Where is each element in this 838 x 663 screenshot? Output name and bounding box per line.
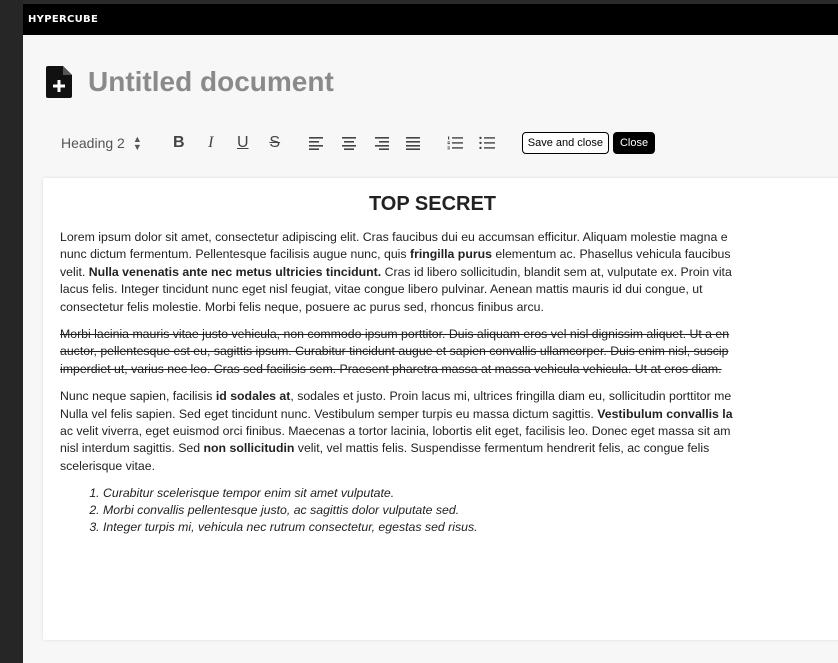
- app-title: HYPERCUBE: [23, 4, 838, 35]
- align-center-button[interactable]: [338, 132, 360, 154]
- list-item: Morbi convallis pellentesque justo, ac s…: [103, 502, 838, 519]
- text-run: elementum ac. Phasellus vehicula faucibu…: [491, 247, 731, 262]
- underline-button[interactable]: U: [232, 132, 254, 154]
- strike-line: auctor, pellentesque est eu, sagittis ip…: [60, 344, 729, 359]
- left-rail: [0, 0, 23, 663]
- align-justify-button[interactable]: [402, 132, 424, 154]
- text-run: Lorem ipsum dolor sit amet, consectetur …: [60, 230, 728, 244]
- save-and-close-button[interactable]: Save and close: [521, 132, 609, 154]
- text-run: Nunc neque sapien, facilisis: [60, 389, 216, 404]
- new-document-icon: [46, 66, 72, 98]
- document-page[interactable]: TOP SECRET Lorem ipsum dolor sit amet, c…: [43, 178, 838, 640]
- text-run: Cras id libero sollicitudin, blandit sem…: [381, 264, 732, 279]
- italic-button[interactable]: I: [200, 132, 222, 154]
- text-run: scelerisque vitae.: [60, 458, 156, 473]
- close-button[interactable]: Close: [612, 132, 656, 154]
- text-run: lacus felis. Integer tincidunt nunc eget…: [60, 282, 703, 297]
- formatting-toolbar: Heading 2 ▲ ▼ B I U S Save and close Clo…: [61, 128, 656, 158]
- ordered-list-icon: [447, 136, 463, 150]
- align-left-button[interactable]: [306, 132, 328, 154]
- bold-text: non sollicitudin: [203, 441, 295, 456]
- text-run: ac velit viverra, eget euismod orci fini…: [60, 424, 731, 439]
- paragraph-1[interactable]: Lorem ipsum dolor sit amet, consectetur …: [60, 229, 838, 316]
- text-run: nunc dictum fermentum. Pellentesque faci…: [60, 247, 410, 262]
- strikethrough-button[interactable]: S: [264, 132, 286, 154]
- bold-button[interactable]: B: [168, 132, 190, 154]
- bullet-list-icon: [479, 136, 495, 150]
- document-content[interactable]: TOP SECRET Lorem ipsum dolor sit amet, c…: [60, 190, 838, 536]
- text-run: consectetur felis molestie. Morbi felis …: [60, 299, 544, 314]
- text-run: , sodales et justo. Proin lacus mi, ultr…: [290, 389, 732, 404]
- select-arrows-icon: ▲ ▼: [132, 134, 142, 152]
- align-center-icon: [341, 137, 356, 150]
- bullet-list-button[interactable]: [476, 132, 498, 154]
- block-style-value: Heading 2: [61, 135, 125, 151]
- list-item: Integer turpis mi, vehicula nec rutrum c…: [103, 519, 838, 536]
- document-header: Untitled document: [46, 64, 334, 100]
- bold-text: Vestibulum convallis la: [597, 406, 733, 421]
- text-run: Nulla vel felis sapien. Sed eget tincidu…: [60, 406, 598, 421]
- bold-text: Nulla venenatis ante nec metus ultricies…: [88, 264, 382, 279]
- block-style-select[interactable]: Heading 2 ▲ ▼: [61, 134, 142, 152]
- strike-line: Morbi lacinia mauris vitae justo vehicul…: [60, 327, 730, 342]
- ordered-list[interactable]: Curabitur scelerisque tempor enim sit am…: [60, 485, 838, 536]
- paragraph-3[interactable]: Nunc neque sapien, facilisis id sodales …: [60, 388, 838, 475]
- ordered-list-button[interactable]: [444, 132, 466, 154]
- text-run: velit.: [60, 264, 89, 279]
- bold-text: fringilla purus: [409, 247, 492, 262]
- text-run: velit, vel mattis felis. Suspendisse fer…: [294, 441, 710, 456]
- align-right-icon: [374, 137, 389, 150]
- text-run: nisl interdum sagittis. Sed: [60, 441, 204, 456]
- list-item: Curabitur scelerisque tempor enim sit am…: [103, 485, 838, 502]
- document-heading[interactable]: TOP SECRET: [60, 190, 805, 218]
- bold-text: id sodales at: [215, 389, 291, 404]
- paragraph-2-strikethrough[interactable]: Morbi lacinia mauris vitae justo vehicul…: [60, 326, 838, 378]
- document-title[interactable]: Untitled document: [88, 66, 334, 98]
- app-window: HYPERCUBE Untitled document Heading 2 ▲ ▼…: [23, 4, 838, 663]
- align-right-button[interactable]: [370, 132, 392, 154]
- align-left-icon: [308, 137, 323, 150]
- align-justify-icon: [405, 137, 420, 150]
- strike-line: imperdiet ut, varius nec leo. Cras sed f…: [60, 361, 722, 376]
